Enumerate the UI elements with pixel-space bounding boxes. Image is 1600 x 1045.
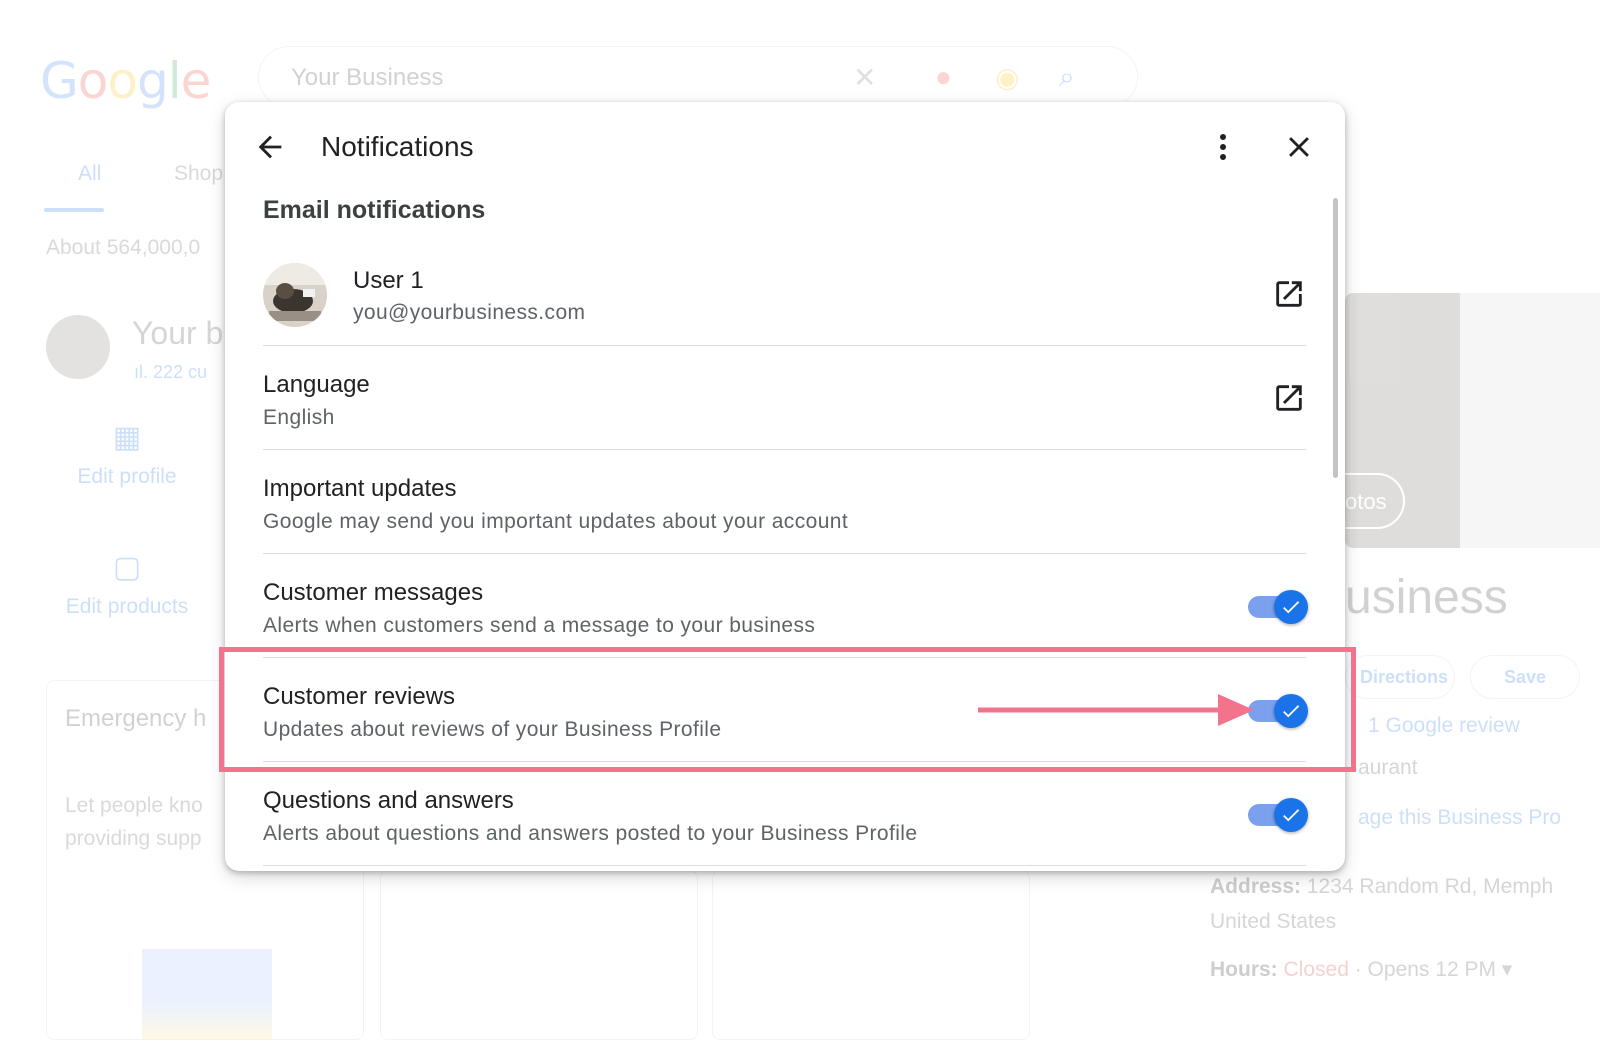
notifications-dialog: Notifications Email notifications User 1… [225, 102, 1345, 871]
more-vert-icon [1220, 134, 1226, 160]
business-stat: ıl. 222 cu [134, 362, 208, 382]
tab-all: All [78, 162, 102, 185]
questions-answers-toggle[interactable] [1248, 798, 1308, 832]
edit-products-action: ▢ Edit products [42, 550, 212, 619]
user-name: User 1 [353, 267, 424, 294]
results-count: About 564,000,0 [46, 236, 201, 259]
toggle-knob [1274, 694, 1308, 728]
open-account-button[interactable] [1272, 277, 1306, 311]
scrollbar-thumb[interactable] [1333, 198, 1338, 478]
tab-shopping: Shop [174, 162, 224, 185]
user-row[interactable]: User 1 you@yourbusiness.com [263, 242, 1306, 346]
open-language-button[interactable] [1272, 381, 1306, 415]
check-icon [1283, 705, 1300, 718]
dialog-title: Notifications [321, 131, 474, 162]
hours-line: Hours: Closed · Opens 12 PM ▾ [1210, 958, 1513, 981]
search-input: Your Business [291, 64, 444, 91]
important-updates-title: Important updates [263, 475, 457, 502]
customer-reviews-row[interactable]: Customer reviews Updates about reviews o… [263, 658, 1308, 762]
camera-icon: ◉ [995, 62, 1020, 93]
open-in-new-icon [1276, 385, 1302, 411]
card-title: Emergency h [65, 705, 207, 732]
check-icon [1283, 809, 1300, 822]
toggle-knob [1274, 798, 1308, 832]
business-category: aurant [1358, 756, 1418, 779]
important-updates-row: Important updates Google may send you im… [263, 450, 1306, 554]
address-country: United States [1210, 910, 1337, 933]
language-row[interactable]: Language English [263, 346, 1306, 450]
manage-link: age this Business Pro [1358, 806, 1562, 829]
shopping-bag-icon: ▢ [112, 551, 142, 584]
google-logo: Google [40, 52, 211, 110]
customer-reviews-description: Updates about reviews of your Business P… [263, 718, 722, 741]
customer-reviews-title: Customer reviews [263, 683, 456, 710]
language-title: Language [263, 371, 370, 398]
save-button: Save [1470, 655, 1580, 699]
toggle-knob [1274, 590, 1308, 624]
search-box: Your Business ✕ ● ◉ ⌕ [258, 46, 1138, 108]
storefront-icon: ▦ [112, 421, 142, 454]
more-options-button[interactable] [1209, 130, 1237, 164]
settings-list: User 1 you@yourbusiness.com Language Eng… [263, 242, 1308, 866]
edit-profile-action: ▦ Edit profile [42, 420, 212, 489]
open-in-new-icon [1276, 281, 1302, 307]
clear-icon: ✕ [853, 62, 877, 93]
customer-messages-description: Alerts when customers send a message to … [263, 614, 816, 637]
tab-underline [44, 208, 104, 212]
user-avatar [263, 263, 327, 327]
card-description: Let people kno providing supp [65, 794, 203, 850]
business-title: usiness [1345, 571, 1508, 624]
directions-button: Directions [1345, 655, 1455, 699]
customer-messages-toggle[interactable] [1248, 590, 1308, 624]
mic-icon: ● [935, 61, 952, 92]
section-title: Email notifications [263, 196, 486, 224]
back-button[interactable] [253, 130, 287, 164]
customer-messages-row[interactable]: Customer messages Alerts when customers … [263, 554, 1308, 658]
questions-answers-description: Alerts about questions and answers poste… [263, 822, 918, 845]
photos-panel: otos [1315, 293, 1600, 548]
close-button[interactable] [1282, 130, 1316, 164]
search-icon: ⌕ [1059, 61, 1075, 92]
card-illustration [142, 949, 272, 1039]
address-line: Address: 1234 Random Rd, Memph [1210, 875, 1554, 898]
language-value: English [263, 406, 335, 429]
questions-answers-title: Questions and answers [263, 787, 514, 814]
important-updates-description: Google may send you important updates ab… [263, 510, 849, 533]
promo-card [712, 870, 1030, 1040]
user-email: you@yourbusiness.com [353, 301, 586, 324]
customer-reviews-toggle[interactable] [1248, 694, 1308, 728]
back-arrow-icon [258, 135, 282, 159]
business-avatar [46, 315, 110, 379]
check-icon [1283, 601, 1300, 614]
review-link: 1 Google review [1368, 714, 1520, 737]
promo-card [380, 870, 698, 1040]
search-tabs: All Shop [46, 162, 223, 186]
business-name: Your b [132, 315, 224, 351]
map-thumbnail [1460, 293, 1600, 548]
questions-answers-row[interactable]: Questions and answers Alerts about quest… [263, 762, 1308, 866]
close-icon [1289, 137, 1309, 157]
customer-messages-title: Customer messages [263, 579, 484, 606]
